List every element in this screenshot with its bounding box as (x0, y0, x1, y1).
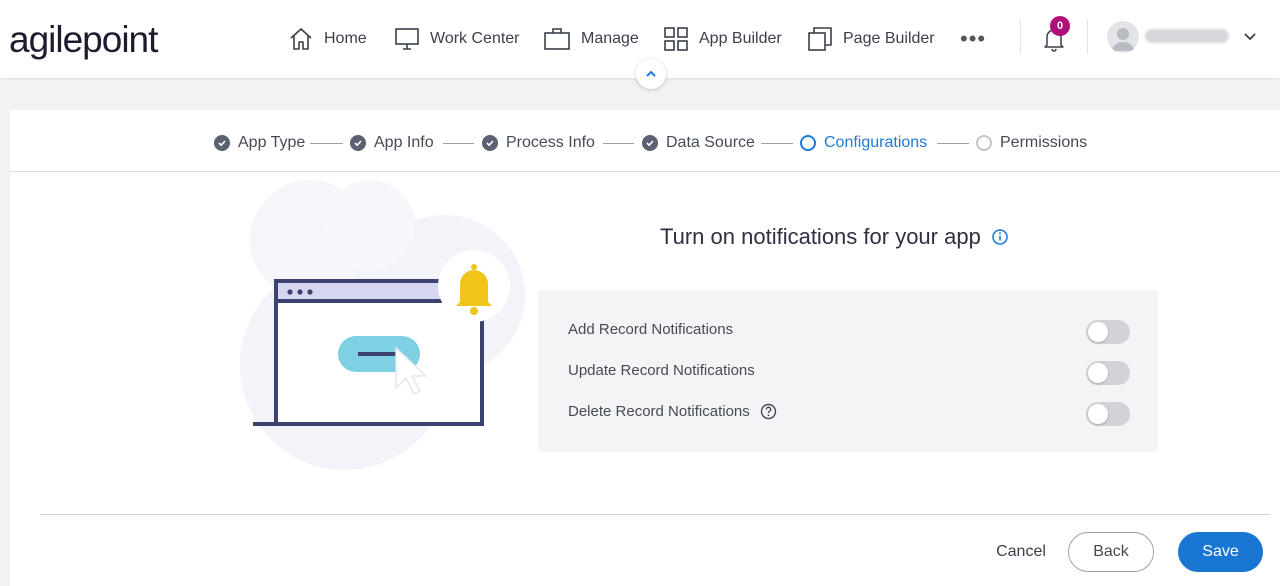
active-step-circle-icon (800, 135, 816, 151)
check-circle-icon (642, 135, 658, 151)
step-configurations[interactable]: Configurations (800, 132, 927, 154)
update-record-notifications-toggle[interactable] (1086, 361, 1130, 385)
nav-manage[interactable]: Manage (543, 24, 639, 54)
notification-illustration (240, 180, 525, 470)
user-icon (1112, 28, 1134, 51)
nav-app-builder[interactable]: App Builder (663, 24, 782, 54)
check-circle-icon (482, 135, 498, 151)
nav-work-center[interactable]: Work Center (394, 24, 520, 54)
nav-home-label: Home (324, 30, 367, 47)
toggle-knob (1088, 404, 1108, 424)
agilepoint-logo[interactable]: agilepoint (9, 19, 158, 61)
back-button[interactable]: Back (1068, 532, 1154, 572)
save-button[interactable]: Save (1178, 532, 1263, 572)
toggle-knob (1088, 363, 1108, 383)
option-row: Update Record Notifications (568, 360, 755, 380)
check-circle-icon (214, 135, 230, 151)
step-connector (937, 143, 969, 144)
more-menu-button[interactable]: ••• (960, 26, 986, 52)
monitor-icon (395, 28, 419, 50)
page-title-text: Turn on notifications for your app (660, 224, 981, 249)
option-label: Add Record Notifications (568, 320, 734, 338)
delete-record-notifications-toggle[interactable] (1086, 402, 1130, 426)
step-connector (761, 143, 793, 144)
step-connector (603, 143, 634, 144)
page-title: Turn on notifications for your app (660, 224, 1009, 250)
option-row: Delete Record Notifications (568, 401, 777, 421)
wizard-card: App Type App Info Process Info Data Sour… (10, 110, 1280, 586)
step-connector (443, 143, 474, 144)
divider (1020, 20, 1021, 54)
step-connector (310, 143, 343, 144)
chevron-down-icon[interactable] (1242, 28, 1258, 44)
notification-count-badge: 0 (1050, 16, 1070, 36)
option-row: Add Record Notifications (568, 319, 733, 339)
briefcase-icon (544, 28, 570, 50)
step-label: Data Source (666, 134, 755, 151)
step-label: Configurations (824, 134, 928, 151)
avatar[interactable] (1107, 21, 1139, 53)
footer-divider (40, 514, 1270, 515)
option-label: Update Record Notifications (568, 361, 755, 379)
divider (1087, 20, 1088, 54)
wizard-stepper: App Type App Info Process Info Data Sour… (10, 110, 1280, 172)
nav-home[interactable]: Home (288, 24, 367, 54)
step-permissions[interactable]: Permissions (976, 132, 1087, 154)
step-label: Permissions (1000, 134, 1088, 151)
blurred-username (1145, 29, 1229, 43)
step-label: App Type (238, 134, 306, 151)
add-record-notifications-toggle[interactable] (1086, 320, 1130, 344)
notification-settings-panel: Add Record Notifications Update Record N… (538, 290, 1158, 452)
pages-icon (808, 27, 832, 51)
chevron-up-icon (646, 70, 656, 77)
nav-app-builder-label: App Builder (699, 30, 782, 47)
nav-page-builder-label: Page Builder (843, 30, 935, 47)
step-app-type[interactable]: App Type (214, 132, 305, 154)
help-icon[interactable] (760, 403, 777, 420)
nav-manage-label: Manage (581, 30, 639, 47)
nav-work-center-label: Work Center (430, 30, 520, 47)
cancel-button[interactable]: Cancel (984, 535, 1058, 569)
grid-icon (664, 27, 688, 51)
option-label: Delete Record Notifications (568, 402, 750, 420)
step-app-info[interactable]: App Info (350, 132, 434, 154)
step-label: App Info (374, 134, 434, 151)
step-label: Process Info (506, 134, 595, 151)
step-data-source[interactable]: Data Source (642, 132, 755, 154)
pending-step-circle-icon (976, 135, 992, 151)
info-icon[interactable] (991, 228, 1009, 246)
home-icon (290, 28, 312, 50)
nav-page-builder[interactable]: Page Builder (807, 24, 935, 54)
collapse-header-button[interactable] (636, 59, 666, 89)
step-process-info[interactable]: Process Info (482, 132, 595, 154)
toggle-knob (1088, 322, 1108, 342)
check-circle-icon (350, 135, 366, 151)
